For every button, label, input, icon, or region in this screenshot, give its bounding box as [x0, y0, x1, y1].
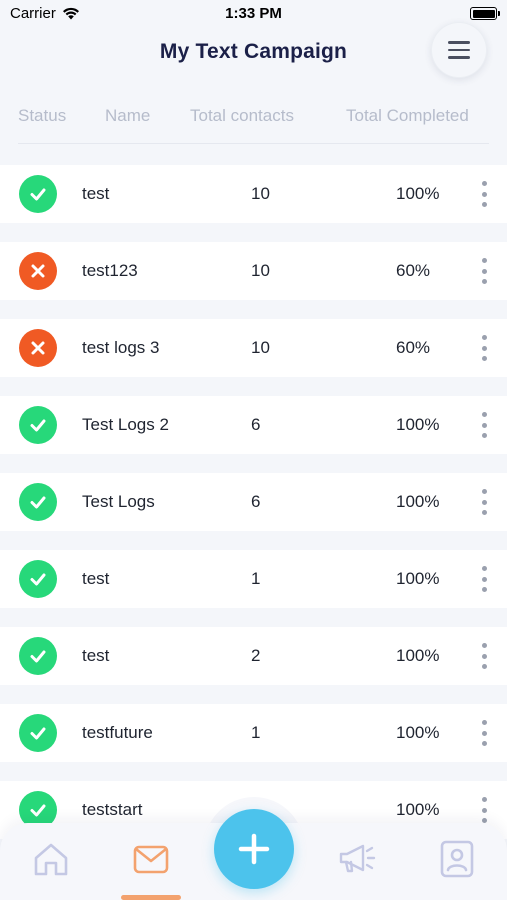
more-options-icon[interactable]	[474, 564, 494, 594]
campaign-row[interactable]: test 1 100%	[0, 550, 507, 608]
add-campaign-button[interactable]	[214, 809, 294, 889]
campaign-row[interactable]: Test Logs 2 6 100%	[0, 396, 507, 454]
app-header: My Text Campaign	[0, 22, 507, 78]
more-options-icon[interactable]	[474, 179, 494, 209]
status-badge	[19, 329, 57, 367]
checkmark-icon	[30, 419, 46, 432]
checkmark-icon	[30, 804, 46, 817]
cross-icon	[31, 341, 45, 355]
status-badge	[19, 560, 57, 598]
column-header-status[interactable]: Status	[18, 106, 66, 126]
status-badge	[19, 637, 57, 675]
status-badge	[19, 252, 57, 290]
checkmark-icon	[30, 573, 46, 586]
campaign-total-contacts: 6	[251, 492, 261, 511]
campaign-name: test	[82, 646, 110, 665]
campaign-row[interactable]: testfuture 1 100%	[0, 704, 507, 762]
cross-icon	[31, 264, 45, 278]
header-divider	[18, 143, 489, 144]
campaign-name: test logs 3	[82, 338, 160, 357]
campaign-total-completed: 100%	[396, 492, 440, 511]
campaign-total-completed: 100%	[396, 646, 440, 665]
campaign-total-contacts: 10	[251, 261, 270, 280]
campaign-row[interactable]: test 10 100%	[0, 165, 507, 223]
battery-icon	[470, 7, 500, 20]
campaign-total-completed: 100%	[396, 184, 440, 203]
campaign-total-completed: 100%	[396, 415, 440, 434]
campaign-name: Test Logs 2	[82, 415, 169, 434]
column-header-total-completed[interactable]: Total Completed	[346, 106, 469, 126]
status-badge	[19, 714, 57, 752]
megaphone-icon[interactable]	[335, 837, 379, 881]
campaign-total-contacts: 6	[251, 415, 261, 434]
campaign-total-completed: 60%	[396, 338, 431, 357]
campaign-total-completed: 100%	[396, 800, 440, 819]
campaign-total-completed: 100%	[396, 723, 440, 742]
column-header-name[interactable]: Name	[105, 106, 150, 126]
campaign-name: teststart	[82, 800, 143, 819]
column-header-total-contacts[interactable]: Total contacts	[190, 106, 294, 126]
campaign-name: test123	[82, 261, 138, 280]
home-icon[interactable]	[29, 837, 73, 881]
campaign-name: Test Logs	[82, 492, 155, 511]
more-options-icon[interactable]	[474, 487, 494, 517]
more-options-icon[interactable]	[474, 641, 494, 671]
more-options-icon[interactable]	[474, 256, 494, 286]
status-badge	[19, 483, 57, 521]
checkmark-icon	[30, 496, 46, 509]
campaign-total-contacts: 1	[251, 723, 261, 742]
campaign-name: test	[82, 569, 110, 588]
more-options-icon[interactable]	[474, 333, 494, 363]
more-options-icon[interactable]	[474, 718, 494, 748]
campaign-total-contacts: 10	[251, 184, 270, 203]
checkmark-icon	[30, 650, 46, 663]
campaign-total-contacts: 1	[251, 569, 261, 588]
campaign-row[interactable]: test logs 3 10 60%	[0, 319, 507, 377]
status-badge	[19, 406, 57, 444]
campaign-row[interactable]: Test Logs 6 100%	[0, 473, 507, 531]
more-options-icon[interactable]	[474, 410, 494, 440]
status-badge	[19, 175, 57, 213]
mail-icon[interactable]	[129, 837, 173, 881]
active-tab-indicator	[121, 895, 181, 900]
status-bar: Carrier 1:33 PM	[0, 0, 507, 28]
checkmark-icon	[30, 188, 46, 201]
campaign-name: testfuture	[82, 723, 153, 742]
clock: 1:33 PM	[225, 5, 282, 22]
campaign-total-completed: 100%	[396, 569, 440, 588]
campaign-total-completed: 60%	[396, 261, 431, 280]
more-options-icon[interactable]	[474, 795, 494, 825]
plus-icon	[238, 833, 270, 865]
column-headers: Status Name Total contacts Total Complet…	[0, 100, 507, 134]
campaign-name: test	[82, 184, 110, 203]
hamburger-icon[interactable]	[431, 22, 487, 78]
campaign-total-contacts: 2	[251, 646, 261, 665]
campaign-row[interactable]: test123 10 60%	[0, 242, 507, 300]
checkmark-icon	[30, 727, 46, 740]
campaign-total-contacts: 10	[251, 338, 270, 357]
campaign-row[interactable]: test 2 100%	[0, 627, 507, 685]
profile-icon[interactable]	[435, 837, 479, 881]
